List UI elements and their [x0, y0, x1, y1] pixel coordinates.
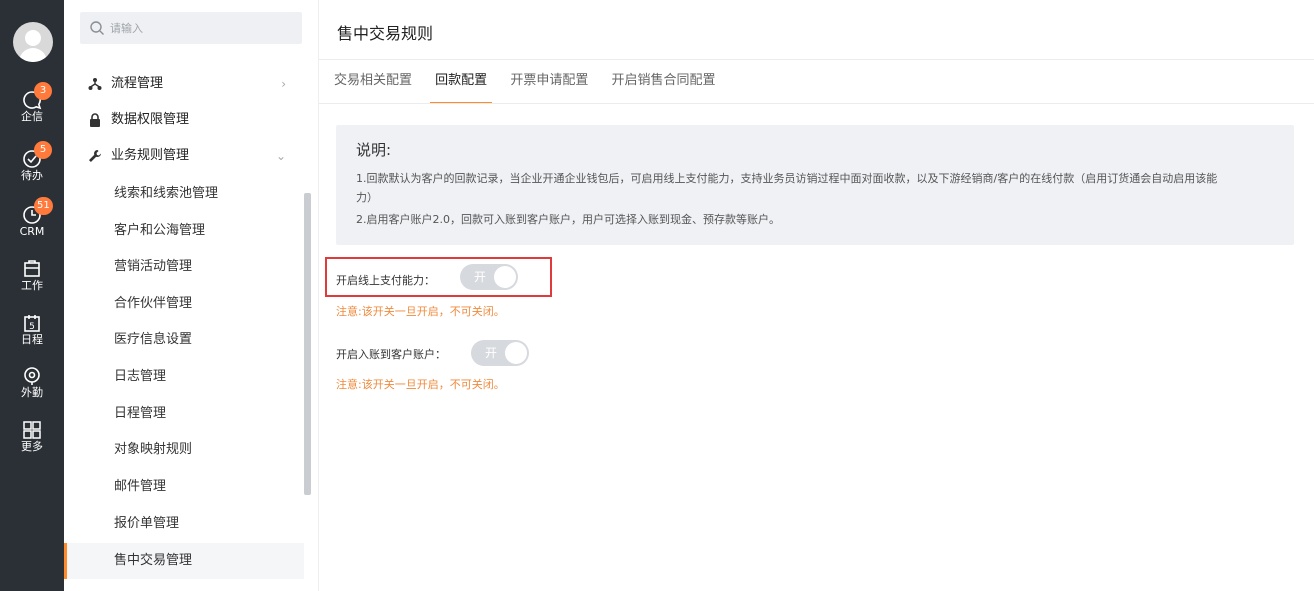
rail-item-label: CRM — [19, 225, 45, 238]
nav-item-medical[interactable]: 医疗信息设置 — [114, 322, 304, 358]
description-line-2: 2.启用客户账户2.0，回款可入账到客户账户，用户可选择入账到现金、预存款等账户… — [356, 213, 780, 226]
nav-item-logs[interactable]: 日志管理 — [114, 359, 304, 395]
work-icon — [22, 259, 42, 279]
rail-item-todo[interactable]: 5 待办 — [0, 141, 64, 182]
nav-group-data-permission[interactable]: 数据权限管理 — [88, 108, 294, 132]
nav-item-leads[interactable]: 线索和线索池管理 — [114, 176, 304, 212]
left-rail: 3 企信 5 待办 51 CRM 工作 5 日程 外勤 更多 — [0, 0, 64, 591]
nav-item-mail[interactable]: 邮件管理 — [114, 469, 304, 505]
online-payment-label: 开启线上支付能力： — [336, 274, 435, 287]
avatar[interactable] — [13, 22, 53, 62]
nav-item-quotes[interactable]: 报价单管理 — [114, 506, 304, 542]
nav-item-object-mapping[interactable]: 对象映射规则 — [114, 432, 304, 468]
rail-item-more[interactable]: 更多 — [0, 420, 64, 453]
badge: 51 — [34, 197, 53, 215]
customer-account-label: 开启入账到客户账户： — [336, 348, 446, 361]
chevron-down-icon: ⌄ — [275, 149, 286, 163]
badge: 5 — [34, 141, 52, 159]
lock-icon — [88, 112, 102, 127]
nav-group-label: 数据权限管理 — [111, 112, 190, 127]
description-title: 说明: — [356, 141, 392, 159]
settings-nav: 流程管理 › 数据权限管理 业务规则管理 ⌄ 线索和线索池管理 客户和公海管理 … — [64, 0, 318, 591]
location-pin-icon — [22, 366, 42, 386]
rail-item-work[interactable]: 工作 — [0, 259, 64, 292]
online-payment-warning: 注意:该开关一旦开启，不可关闭。 — [336, 305, 505, 318]
search-box[interactable] — [80, 12, 302, 44]
toggle-text: 开 — [474, 270, 487, 284]
crm-clock-icon: 51 — [22, 197, 53, 225]
nav-item-customers[interactable]: 客户和公海管理 — [114, 213, 304, 249]
calendar-icon: 5 — [22, 313, 42, 333]
nav-item-schedule[interactable]: 日程管理 — [114, 396, 304, 432]
rail-item-label: 企信 — [21, 110, 43, 123]
online-payment-toggle[interactable]: 开 — [460, 264, 518, 290]
nav-item-partners[interactable]: 合作伙伴管理 — [114, 286, 304, 322]
search-input[interactable] — [110, 12, 290, 44]
customer-account-toggle[interactable]: 开 — [471, 340, 529, 366]
chevron-right-icon: › — [281, 77, 286, 91]
search-icon — [89, 20, 105, 36]
rail-item-label: 外勤 — [21, 386, 43, 399]
toggle-knob — [494, 266, 516, 288]
nav-group-label: 业务规则管理 — [111, 148, 190, 163]
rail-item-label: 日程 — [21, 333, 43, 346]
rail-item-label: 更多 — [21, 440, 43, 453]
rail-item-label: 工作 — [21, 279, 43, 292]
nav-item-marketing[interactable]: 营销活动管理 — [114, 249, 304, 285]
nav-group-label: 流程管理 — [111, 76, 164, 91]
rail-item-qixin[interactable]: 3 企信 — [0, 82, 64, 123]
tab-invoice-config[interactable]: 开票申请配置 — [510, 60, 588, 104]
rail-item-field[interactable]: 外勤 — [0, 366, 64, 399]
toggle-text: 开 — [485, 346, 498, 360]
tab-payment-config[interactable]: 回款配置 — [430, 60, 493, 104]
grid-icon — [22, 420, 42, 440]
nav-group-business-rules[interactable]: 业务规则管理 ⌄ — [88, 144, 294, 168]
description-line-1: 1.回款默认为客户的回款记录，当企业开通企业钱包后，可启用线上支付能力，支持业务… — [356, 172, 1218, 204]
divider — [319, 103, 1314, 104]
wrench-icon — [88, 148, 102, 162]
main-content: 售中交易规则 交易相关配置 回款配置 开票申请配置 开启销售合同配置 说明: 1… — [318, 0, 1314, 591]
nav-scrollbar[interactable] — [304, 193, 311, 495]
check-circle-icon: 5 — [22, 141, 52, 169]
toggle-knob — [505, 342, 527, 364]
rail-item-label: 待办 — [21, 169, 43, 182]
tab-bar: 交易相关配置 回款配置 开票申请配置 开启销售合同配置 — [334, 60, 734, 104]
description-panel: 说明: 1.回款默认为客户的回款记录，当企业开通企业钱包后，可启用线上支付能力，… — [336, 125, 1294, 245]
rail-item-crm[interactable]: 51 CRM — [0, 197, 64, 238]
flow-icon — [88, 76, 102, 90]
page-title: 售中交易规则 — [337, 24, 434, 43]
customer-account-warning: 注意:该开关一旦开启，不可关闭。 — [336, 378, 505, 391]
calendar-day: 5 — [29, 322, 35, 332]
chat-bubble-icon: 3 — [22, 82, 52, 110]
badge: 3 — [34, 82, 52, 100]
rail-item-schedule[interactable]: 5 日程 — [0, 313, 64, 346]
tab-transaction-config[interactable]: 交易相关配置 — [334, 60, 412, 104]
tab-sales-contract-config[interactable]: 开启销售合同配置 — [611, 60, 715, 104]
nav-item-sales-transaction[interactable]: 售中交易管理 — [64, 543, 304, 579]
nav-group-flow[interactable]: 流程管理 › — [88, 72, 294, 96]
